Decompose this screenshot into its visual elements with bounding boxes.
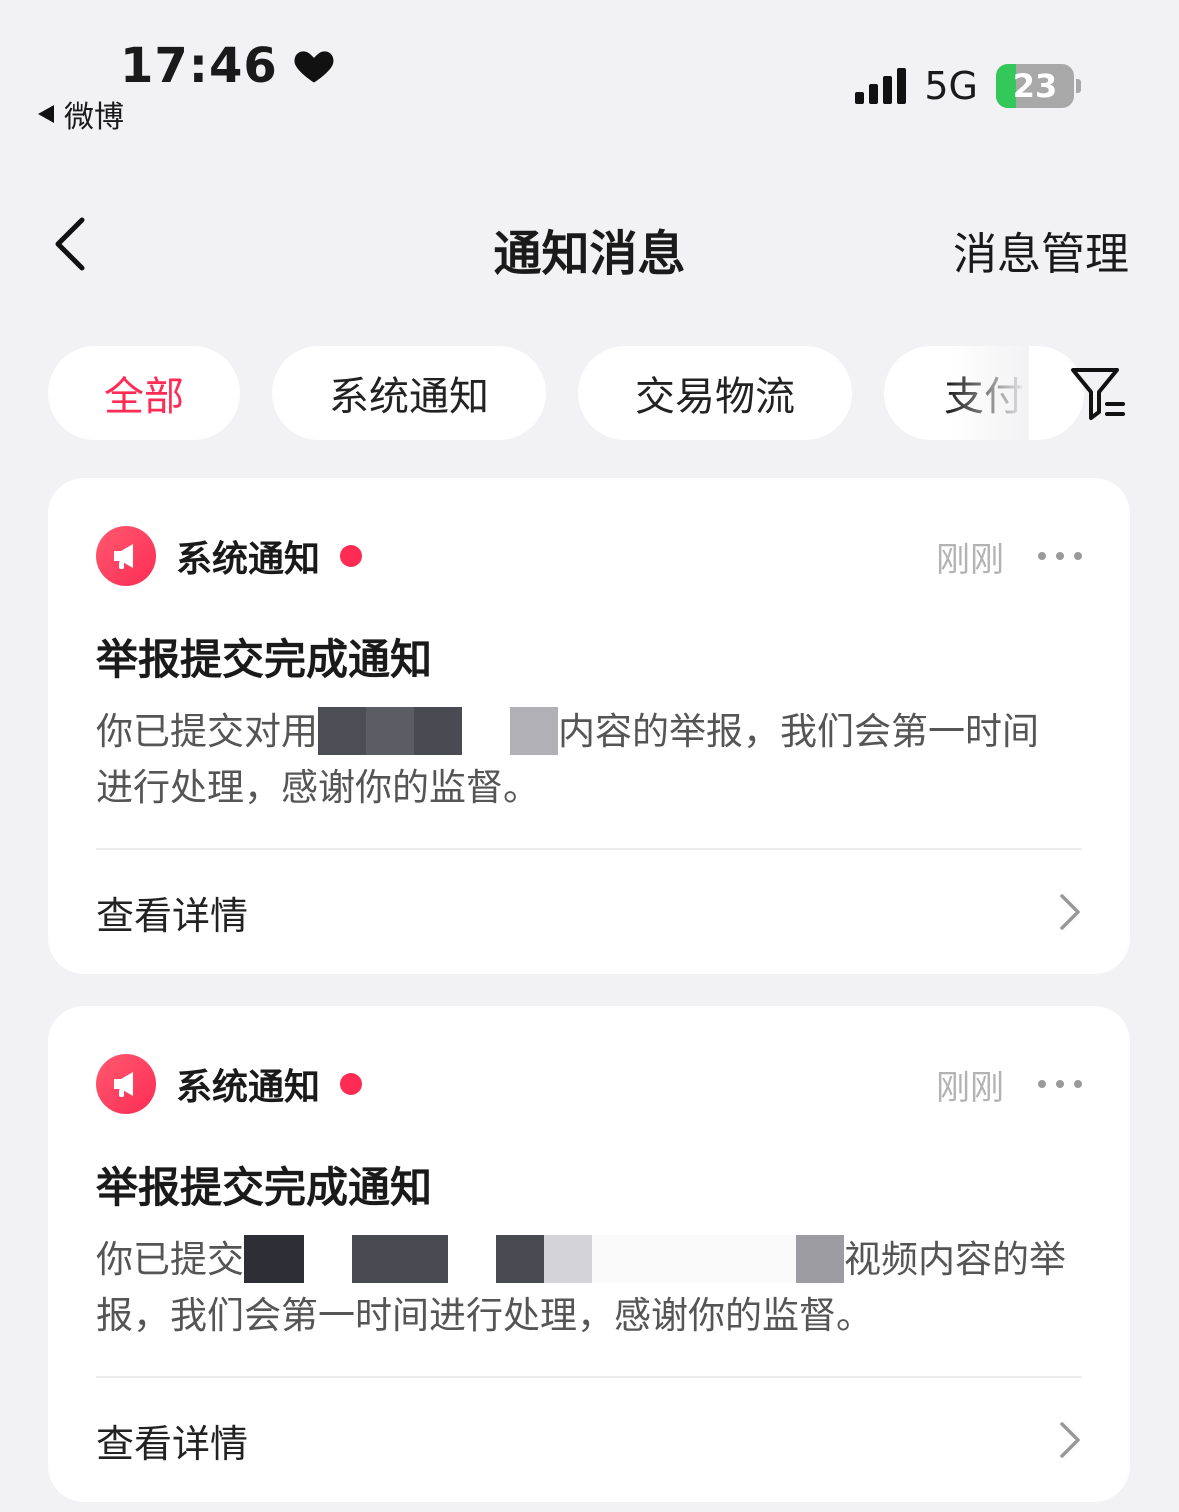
tab-system-notice[interactable]: 系统通知 [272, 346, 546, 440]
status-time-text: 17:46 [120, 38, 278, 94]
megaphone-icon [96, 1054, 156, 1114]
category-tabs: 全部 系统通知 交易物流 支付 [48, 346, 1099, 440]
notice-title: 举报提交完成通知 [96, 635, 433, 684]
back-triangle-icon [38, 105, 54, 123]
filter-icon[interactable] [1069, 364, 1127, 422]
view-details-label: 查看详情 [96, 893, 249, 938]
card-header: 系统通知 刚刚 [96, 1054, 1082, 1114]
status-indicators: 5G 23 [855, 64, 1081, 108]
notice-body: 你已提交 视频内容的举报，我们会第一时间进行处理，感谢你的监督。 [96, 1232, 1070, 1344]
tabs-fade-overlay [949, 346, 1029, 440]
tab-all[interactable]: 全部 [48, 346, 240, 440]
redaction-mosaic [318, 706, 558, 755]
view-details-row[interactable]: 查看详情 [96, 882, 1082, 942]
notice-source: 系统通知 [176, 1067, 321, 1108]
view-details-row[interactable]: 查看详情 [96, 1410, 1082, 1470]
battery-level: 23 [1012, 67, 1058, 105]
battery-icon: 23 [996, 64, 1074, 108]
notification-card[interactable]: 系统通知 刚刚 举报提交完成通知 你已提交对用 内容的举报，我们会第一时间进行处理… [48, 478, 1130, 974]
card-header: 系统通知 刚刚 [96, 526, 1082, 586]
megaphone-icon [96, 526, 156, 586]
notice-body: 你已提交对用 内容的举报，我们会第一时间进行处理，感谢你的监督。 [96, 704, 1070, 816]
notification-card[interactable]: 系统通知 刚刚 举报提交完成通知 你已提交 视频内容的举报，我们会第一时间进行处理… [48, 1006, 1130, 1502]
notice-source: 系统通知 [176, 539, 321, 580]
battery-tip [1076, 79, 1081, 93]
tab-trade-logistics[interactable]: 交易物流 [578, 346, 852, 440]
chevron-right-icon [1060, 1422, 1080, 1458]
notice-title: 举报提交完成通知 [96, 1163, 433, 1212]
network-type: 5G [924, 64, 978, 108]
notice-time: 刚刚 [936, 1067, 1004, 1108]
notice-time: 刚刚 [936, 539, 1004, 580]
cellular-signal-icon [855, 68, 907, 104]
card-divider [96, 848, 1082, 850]
notice-body-start: 你已提交 [96, 1238, 244, 1281]
more-options-icon[interactable] [1038, 552, 1082, 560]
back-to-app-link[interactable]: 微博 [38, 92, 124, 136]
view-details-label: 查看详情 [96, 1421, 249, 1466]
more-options-icon[interactable] [1038, 1080, 1082, 1088]
notification-screen: 17:46 微博 5G 23 通知消息 消息管理 全部 系统通知 交易物流 支付 [0, 0, 1179, 1512]
notice-body-start: 你已提交对用 [96, 710, 318, 753]
unread-dot [340, 1073, 363, 1095]
unread-dot [340, 545, 363, 567]
heart-icon [294, 51, 334, 83]
chevron-right-icon [1060, 894, 1080, 930]
back-app-label: 微博 [64, 100, 124, 135]
status-time: 17:46 [120, 38, 336, 94]
message-management-button[interactable]: 消息管理 [953, 218, 1129, 282]
redaction-mosaic [244, 1234, 844, 1283]
card-divider [96, 1376, 1082, 1378]
